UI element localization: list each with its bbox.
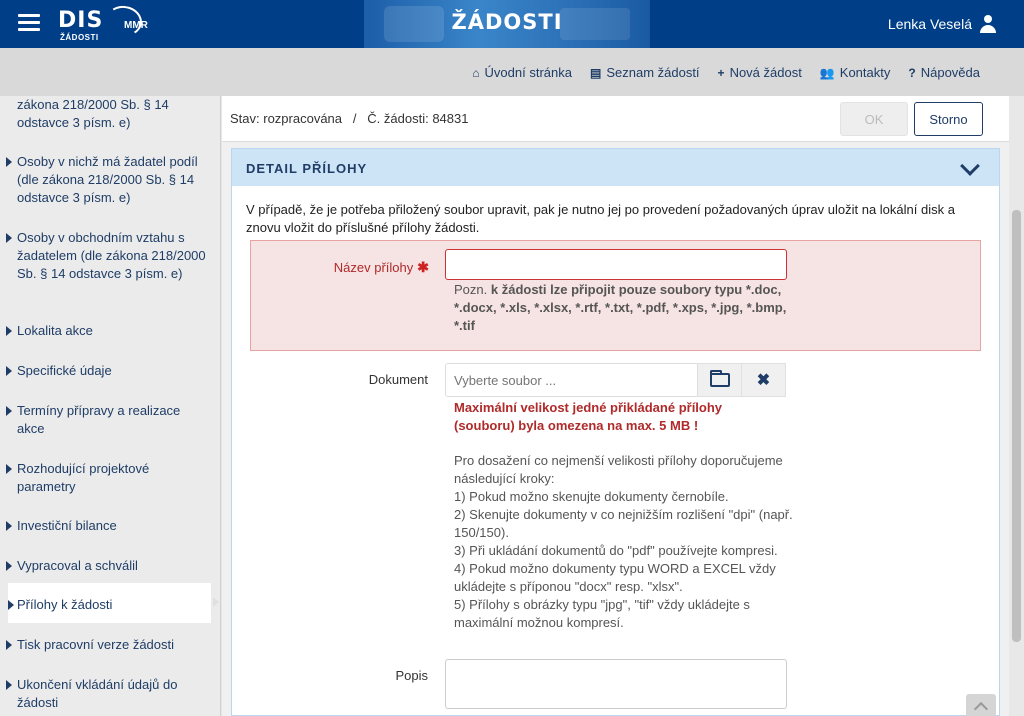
sidebar-item-label: zákona 218/2000 Sb. § 14 odstavce 3 písm…	[17, 97, 169, 130]
banner: ŽÁDOSTI	[364, 0, 650, 48]
plus-icon: +	[717, 65, 725, 80]
users-icon: 👥	[819, 65, 835, 80]
sidebar-item-label: Specifické údaje	[17, 363, 112, 378]
sidebar-item-specificke[interactable]: Specifické údaje	[6, 362, 210, 380]
user-name: Lenka Veselá	[887, 16, 972, 32]
status-text: Stav: rozpracována / Č. žádosti: 84831	[230, 111, 469, 126]
required-icon: ✱	[417, 259, 429, 275]
nav-label: Seznam žádostí	[606, 65, 700, 80]
nav-bar: ⌂ Úvodní stránka ▤ Seznam žádostí + Nová žá…	[0, 48, 1024, 96]
name-input[interactable]	[445, 249, 787, 280]
sidebar-item-parametry[interactable]: Rozhodující projektové parametry	[6, 460, 210, 496]
nav-new[interactable]: + Nová žádost	[718, 65, 802, 80]
document-label: Dokument	[368, 372, 428, 387]
nav-label: Nápověda	[920, 65, 980, 80]
max-size-warning: Maximální velikost jedné přikládané příl…	[454, 400, 723, 433]
logo-sub: ŽÁDOSTI	[60, 33, 99, 42]
sidebar-item-label: Rozhodující projektové parametry	[17, 461, 150, 494]
sidebar-item-ukonceni[interactable]: Ukončení vkládání údajů do žádosti	[6, 676, 210, 712]
sidebar-item-prilohy[interactable]: Přílohy k žádosti	[8, 583, 219, 623]
caret-right-icon	[6, 680, 12, 690]
nav-help[interactable]: ? Nápověda	[908, 65, 980, 80]
caret-right-icon	[6, 157, 12, 167]
name-label: Název přílohy ✱	[251, 259, 429, 276]
sidebar-item-label: Přílohy k žádosti	[17, 597, 113, 612]
list-icon: ▤	[589, 65, 602, 80]
caret-right-icon	[6, 326, 12, 336]
nav-label: Nová žádost	[729, 65, 802, 80]
panel-title: DETAIL PŘÍLOHY	[246, 161, 368, 176]
nav-label: Úvodní stránka	[484, 65, 572, 80]
note-prefix: Pozn.	[454, 282, 488, 297]
logo-text: DIS	[58, 8, 104, 33]
sidebar-item-label: Ukončení vkládání údajů do žádosti	[17, 677, 178, 710]
user-icon	[980, 15, 996, 33]
detail-panel: DETAIL PŘÍLOHY V případě, že je potřeba …	[231, 148, 1000, 716]
caret-right-icon	[8, 600, 14, 610]
banner-title: ŽÁDOSTI	[451, 10, 563, 34]
document-field: ✖	[445, 363, 787, 397]
size-tips: Pro dosažení co nejmenší velikosti přílo…	[454, 452, 799, 632]
caret-right-icon	[6, 233, 12, 243]
ok-button[interactable]: OK	[840, 102, 908, 136]
clear-button[interactable]: ✖	[742, 363, 786, 397]
sidebar-item-terminy[interactable]: Termíny přípravy a realizace akce	[6, 402, 210, 438]
browse-button[interactable]	[698, 363, 742, 397]
sidebar-item-continuation[interactable]: zákona 218/2000 Sb. § 14 odstavce 3 písm…	[6, 96, 210, 132]
logo-mmr: MMR	[124, 20, 148, 31]
sidebar-item-label: Tisk pracovní verze žádosti	[17, 637, 175, 652]
panel-header[interactable]: DETAIL PŘÍLOHY	[232, 149, 999, 186]
help-icon: ?	[908, 65, 916, 80]
sidebar-item-lokalita[interactable]: Lokalita akce	[6, 322, 210, 340]
scroll-to-top-button[interactable]	[966, 694, 996, 716]
nav-contacts[interactable]: 👥 Kontakty	[820, 65, 891, 80]
folder-open-icon	[709, 370, 730, 387]
name-label-text: Název přílohy	[333, 260, 414, 275]
sidebar-item-obchodni-vztah[interactable]: Osoby v obchodním vztahu s žadatelem (dl…	[6, 229, 210, 283]
caret-right-icon	[6, 521, 12, 531]
close-icon: ✖	[756, 372, 771, 389]
popis-input[interactable]	[445, 659, 787, 709]
sidebar-item-label: Termíny přípravy a realizace akce	[17, 403, 181, 436]
storno-button[interactable]: Storno	[914, 102, 983, 136]
caret-right-icon	[6, 406, 12, 416]
caret-right-icon	[6, 464, 12, 474]
document-input[interactable]	[445, 363, 698, 397]
caret-right-icon	[6, 561, 12, 571]
popis-label: Popis	[395, 668, 428, 683]
sidebar: zákona 218/2000 Sb. § 14 odstavce 3 písm…	[0, 96, 221, 716]
caret-right-icon	[6, 366, 12, 376]
scrollbar-thumb[interactable]	[1012, 210, 1021, 642]
home-icon: ⌂	[472, 65, 480, 80]
logo[interactable]: DIS MMR ŽÁDOSTI	[58, 3, 148, 42]
main-content: Stav: rozpracována / Č. žádosti: 84831 O…	[222, 96, 1009, 716]
sidebar-item-label: Investiční bilance	[17, 518, 117, 533]
file-types-note: Pozn. k žádosti lze připojit pouze soubo…	[454, 281, 794, 335]
nav-home[interactable]: ⌂ Úvodní stránka	[472, 65, 572, 80]
sidebar-item-vypracoval[interactable]: Vypracoval a schválil	[6, 557, 210, 575]
sidebar-item-bilance[interactable]: Investiční bilance	[6, 517, 210, 535]
sidebar-item-label: Osoby v obchodním vztahu s žadatelem (dl…	[17, 230, 206, 281]
nav-list[interactable]: ▤ Seznam žádostí	[590, 65, 700, 80]
top-bar: DIS MMR ŽÁDOSTI ŽÁDOSTI Lenka Veselá	[0, 0, 1024, 48]
status-bar: Stav: rozpracována / Č. žádosti: 84831 O…	[222, 96, 1009, 142]
intro-text: V případě, že je potřeba přiložený soubo…	[246, 202, 955, 235]
scrollbar[interactable]	[1009, 96, 1024, 716]
menu-icon[interactable]	[18, 14, 40, 32]
sidebar-item-podil[interactable]: Osoby v nichž má žadatel podíl (dle záko…	[6, 153, 210, 207]
caret-right-icon	[6, 640, 12, 650]
chevron-down-icon[interactable]	[960, 156, 980, 176]
sidebar-item-label: Vypracoval a schválil	[17, 558, 138, 573]
user-menu[interactable]: Lenka Veselá	[888, 15, 996, 33]
name-field-group: Název přílohy ✱ Pozn. k žádosti lze připo…	[250, 240, 981, 351]
sidebar-item-tisk[interactable]: Tisk pracovní verze žádosti	[6, 636, 210, 654]
size-tips-text: Pro dosažení co nejmenší velikosti přílo…	[454, 453, 793, 630]
note-text: k žádosti lze připojit pouze soubory typ…	[454, 282, 787, 333]
sidebar-item-label: Osoby v nichž má žadatel podíl (dle záko…	[17, 154, 198, 205]
nav-label: Kontakty	[839, 65, 891, 80]
sidebar-item-label: Lokalita akce	[17, 323, 93, 338]
